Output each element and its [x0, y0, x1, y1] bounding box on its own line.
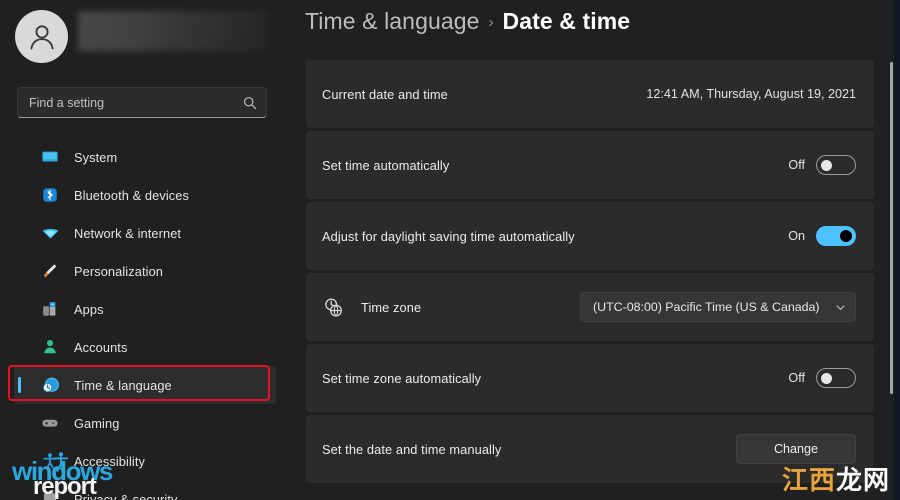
breadcrumb-separator-icon: › — [488, 14, 494, 31]
account-header[interactable] — [14, 8, 276, 63]
breadcrumb: Time & language › Date & time — [305, 8, 630, 35]
sidebar-item-label: Time & language — [74, 377, 172, 393]
search-icon[interactable] — [242, 95, 258, 111]
sidebar-item-system[interactable]: System — [14, 138, 276, 176]
wifi-icon — [40, 223, 60, 243]
setting-row-set-date-time-manually: Set the date and time manually Change — [306, 415, 874, 483]
setting-row-current-date-time: Current date and time 12:41 AM, Thursday… — [306, 60, 874, 128]
toggle-group: Off — [788, 155, 856, 175]
person-avatar-icon — [29, 24, 54, 49]
toggle-state-label: On — [788, 229, 805, 243]
setting-label: Time zone — [361, 299, 422, 315]
toggle-knob — [821, 373, 832, 384]
sidebar-item-label: System — [74, 149, 118, 165]
sidebar-item-time-language[interactable]: Time & language — [14, 366, 276, 404]
apps-blocks-icon — [40, 299, 60, 319]
toggle-state-label: Off — [788, 371, 805, 385]
setting-row-set-time-automatically: Set time automatically Off — [306, 131, 874, 199]
clock-globe-icon — [40, 375, 60, 395]
search-input-container[interactable] — [17, 87, 267, 118]
sidebar-item-label: Bluetooth & devices — [74, 187, 190, 203]
setting-label: Adjust for daylight saving time automati… — [322, 228, 575, 244]
gamepad-icon — [40, 413, 60, 433]
change-button[interactable]: Change — [736, 434, 856, 464]
sidebar-item-apps[interactable]: Apps — [14, 290, 276, 328]
setting-row-time-zone: Time zone (UTC-08:00) Pacific Time (US &… — [306, 273, 874, 341]
sidebar-item-label: Network & internet — [74, 225, 182, 241]
window-right-edge — [894, 0, 900, 500]
account-name-redacted — [78, 11, 268, 51]
person-icon — [40, 337, 60, 357]
sidebar-item-accounts[interactable]: Accounts — [14, 328, 276, 366]
search-input[interactable] — [29, 95, 242, 110]
setting-row-set-time-zone-automatically: Set time zone automatically Off — [306, 344, 874, 412]
paintbrush-icon — [40, 261, 60, 281]
toggle-state-label: Off — [788, 158, 805, 172]
sidebar-item-label: Accessibility — [74, 453, 145, 469]
sidebar-nav: System Bluetooth & devices Network & int… — [0, 138, 290, 500]
setting-label: Set time zone automatically — [322, 370, 482, 386]
set-time-automatically-toggle[interactable] — [816, 155, 856, 175]
sidebar-item-label: Apps — [74, 301, 104, 317]
settings-window: System Bluetooth & devices — [0, 0, 900, 500]
setting-label: Current date and time — [322, 86, 448, 102]
sidebar-item-network-internet[interactable]: Network & internet — [14, 214, 276, 252]
current-date-time-value: 12:41 AM, Thursday, August 19, 2021 — [646, 87, 856, 101]
scrollbar-thumb[interactable] — [890, 62, 893, 394]
setting-row-daylight-saving: Adjust for daylight saving time automati… — [306, 202, 874, 270]
sidebar-item-gaming[interactable]: Gaming — [14, 404, 276, 442]
selection-indicator — [18, 377, 21, 393]
setting-label: Set time automatically — [322, 157, 450, 173]
toggle-group: Off — [788, 368, 856, 388]
time-zone-dropdown[interactable]: (UTC-08:00) Pacific Time (US & Canada) — [580, 292, 856, 322]
sidebar-item-label: Gaming — [74, 415, 120, 431]
accessibility-person-icon — [40, 451, 60, 471]
toggle-knob — [840, 230, 852, 242]
monitor-icon — [40, 147, 60, 167]
clock-globe-icon — [322, 296, 344, 318]
sidebar-item-accessibility[interactable]: Accessibility — [14, 442, 276, 480]
chevron-down-icon — [836, 304, 845, 310]
page-title: Date & time — [502, 8, 631, 34]
toggle-knob — [821, 160, 832, 171]
bluetooth-icon — [40, 185, 60, 205]
set-time-zone-automatically-toggle[interactable] — [816, 368, 856, 388]
daylight-saving-toggle[interactable] — [816, 226, 856, 246]
shield-icon — [40, 489, 60, 500]
sidebar-item-privacy-security[interactable]: Privacy & security — [14, 480, 276, 500]
sidebar-item-bluetooth-devices[interactable]: Bluetooth & devices — [14, 176, 276, 214]
settings-list: Current date and time 12:41 AM, Thursday… — [306, 60, 874, 486]
sidebar: System Bluetooth & devices — [0, 0, 290, 500]
time-zone-value: (UTC-08:00) Pacific Time (US & Canada) — [593, 300, 820, 314]
sidebar-item-label: Privacy & security — [74, 491, 178, 500]
breadcrumb-parent[interactable]: Time & language — [305, 8, 480, 35]
main-content: Time & language › Date & time Current da… — [290, 0, 900, 500]
toggle-group: On — [788, 226, 856, 246]
setting-label: Set the date and time manually — [322, 441, 502, 457]
sidebar-item-label: Accounts — [74, 339, 128, 355]
sidebar-item-personalization[interactable]: Personalization — [14, 252, 276, 290]
sidebar-item-label: Personalization — [74, 263, 163, 279]
avatar[interactable] — [15, 10, 68, 63]
